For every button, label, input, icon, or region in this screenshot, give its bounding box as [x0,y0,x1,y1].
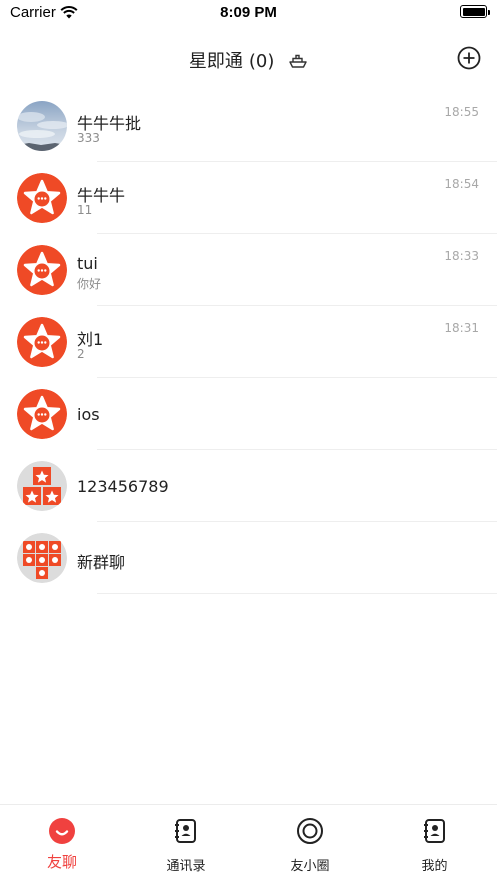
last-message: 11 [77,203,93,217]
chat-bubble-icon [49,818,75,844]
tab-label: 友小圈 [290,859,330,874]
conversation-name: 123456789 [77,477,169,496]
contacts-icon [175,819,196,843]
group-avatar [17,461,67,511]
unread-count: (0) [248,51,275,72]
conversation-row[interactable]: ios [0,378,497,450]
profile-icon [423,819,445,843]
tab-profile[interactable]: 我的 [372,805,497,883]
add-button[interactable] [457,46,481,70]
nav-bar: 星即通 (0) [0,26,497,90]
moments-icon [297,818,323,844]
last-message: 2 [77,347,85,361]
last-message: 你好 [77,277,102,291]
status-bar: Carrier 8:09 PM [0,0,497,26]
avatar [17,317,67,367]
tab-bar: 友聊 通讯录 友小圈 我的 [0,804,497,883]
avatar [17,173,67,223]
conversation-name: ios [77,405,100,424]
ship-icon [289,54,307,68]
tab-chats[interactable]: 友聊 [0,805,124,883]
group-avatar [17,533,67,583]
conversation-row[interactable]: 牛牛牛批 333 18:55 [0,90,497,162]
conversation-row[interactable]: 新群聊 [0,522,497,594]
page-title: 星即通 (0) [0,47,497,73]
tab-label: 友聊 [46,853,77,871]
battery-icon [460,5,490,18]
message-time: 18:31 [444,321,479,335]
app-title: 星即通 [188,51,243,72]
tab-label: 通讯录 [166,859,206,874]
avatar [17,389,67,439]
message-time: 18:55 [444,105,479,119]
tab-moments[interactable]: 友小圈 [248,805,372,883]
conversation-row[interactable]: 刘1 2 18:31 [0,306,497,378]
tab-contacts[interactable]: 通讯录 [124,805,248,883]
conversation-name: tui [77,254,98,273]
avatar [17,101,67,151]
conversation-row[interactable]: 123456789 [0,450,497,522]
conversation-name: 新群聊 [77,553,126,572]
clock: 8:09 PM [220,4,277,21]
last-message: 333 [77,131,100,145]
message-time: 18:54 [444,177,479,191]
avatar [17,245,67,295]
conversation-list: 牛牛牛批 333 18:55 牛牛牛 11 18:54 tui 你好 18:33 [0,90,497,594]
conversation-row[interactable]: tui 你好 18:33 [0,234,497,306]
tab-label: 我的 [421,859,448,874]
message-time: 18:33 [444,249,479,263]
conversation-row[interactable]: 牛牛牛 11 18:54 [0,162,497,234]
